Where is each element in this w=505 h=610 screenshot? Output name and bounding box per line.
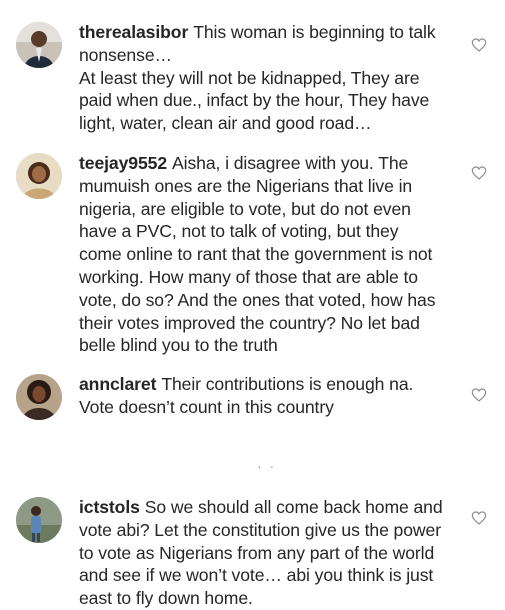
like-heart-icon[interactable] — [471, 387, 487, 403]
comment-line: Vote doesn’t count in this country — [79, 396, 334, 417]
comment-text: ictstols So we should all come back home … — [79, 496, 451, 610]
comment-line: light, water, clean air and good road… — [79, 113, 372, 134]
comment-line: east to fly down home. — [79, 588, 253, 609]
comment-line: nonsense… — [79, 44, 172, 65]
like-heart-icon[interactable] — [471, 165, 487, 181]
comment-line: have a PVC, not to talk of voting, but t… — [79, 221, 399, 242]
comment-text: annclaret Their contributions is enough n… — [79, 373, 451, 419]
comment-username[interactable]: therealasibor — [79, 22, 188, 42]
comment-line: their votes improved the country? No let… — [79, 312, 420, 333]
like-heart-icon[interactable] — [471, 510, 487, 526]
avatar[interactable] — [16, 153, 62, 199]
comment-line: and see if we won’t vote… abi you think … — [79, 565, 434, 586]
comment-line: paid when due., infact by the hour, They… — [79, 90, 430, 111]
comment-line: Aisha, i disagree with you. The — [172, 153, 409, 173]
comment-username[interactable]: teejay9552 — [79, 153, 167, 173]
comment-line: This woman is beginning to talk — [193, 22, 436, 42]
comment-line: mumuish ones are the Nigerians that live… — [79, 175, 413, 196]
separator-dots: · · — [257, 458, 277, 474]
avatar[interactable] — [16, 22, 62, 68]
comment-line: vote abi? Let the constitution give us t… — [79, 519, 441, 540]
comment-line: come online to rant that the government … — [79, 244, 433, 265]
comment-line: vote, do so? And the ones that voted, ho… — [79, 289, 436, 310]
comment-line: to vote as Nigerians from any part of th… — [79, 542, 435, 563]
comment-line: working. How many of those that are able… — [79, 266, 418, 287]
comment-text: therealasibor This woman is beginning to … — [79, 21, 451, 135]
like-heart-icon[interactable] — [471, 37, 487, 53]
avatar[interactable] — [16, 374, 62, 420]
avatar[interactable] — [16, 497, 62, 543]
comment-text: teejay9552 Aisha, i disagree with you. Th… — [79, 152, 451, 357]
comment-line: Their contributions is enough na. — [161, 374, 414, 394]
comment-line: nigeria, are eligible to vote, but do no… — [79, 198, 411, 219]
comment-username[interactable]: annclaret — [79, 374, 156, 394]
comment-line: At least they will not be kidnapped, The… — [79, 67, 420, 88]
comment-line: So we should all come back home and — [144, 497, 443, 517]
comment-line: belle blind you to the truth — [79, 335, 278, 356]
comment-username[interactable]: ictstols — [79, 497, 140, 517]
